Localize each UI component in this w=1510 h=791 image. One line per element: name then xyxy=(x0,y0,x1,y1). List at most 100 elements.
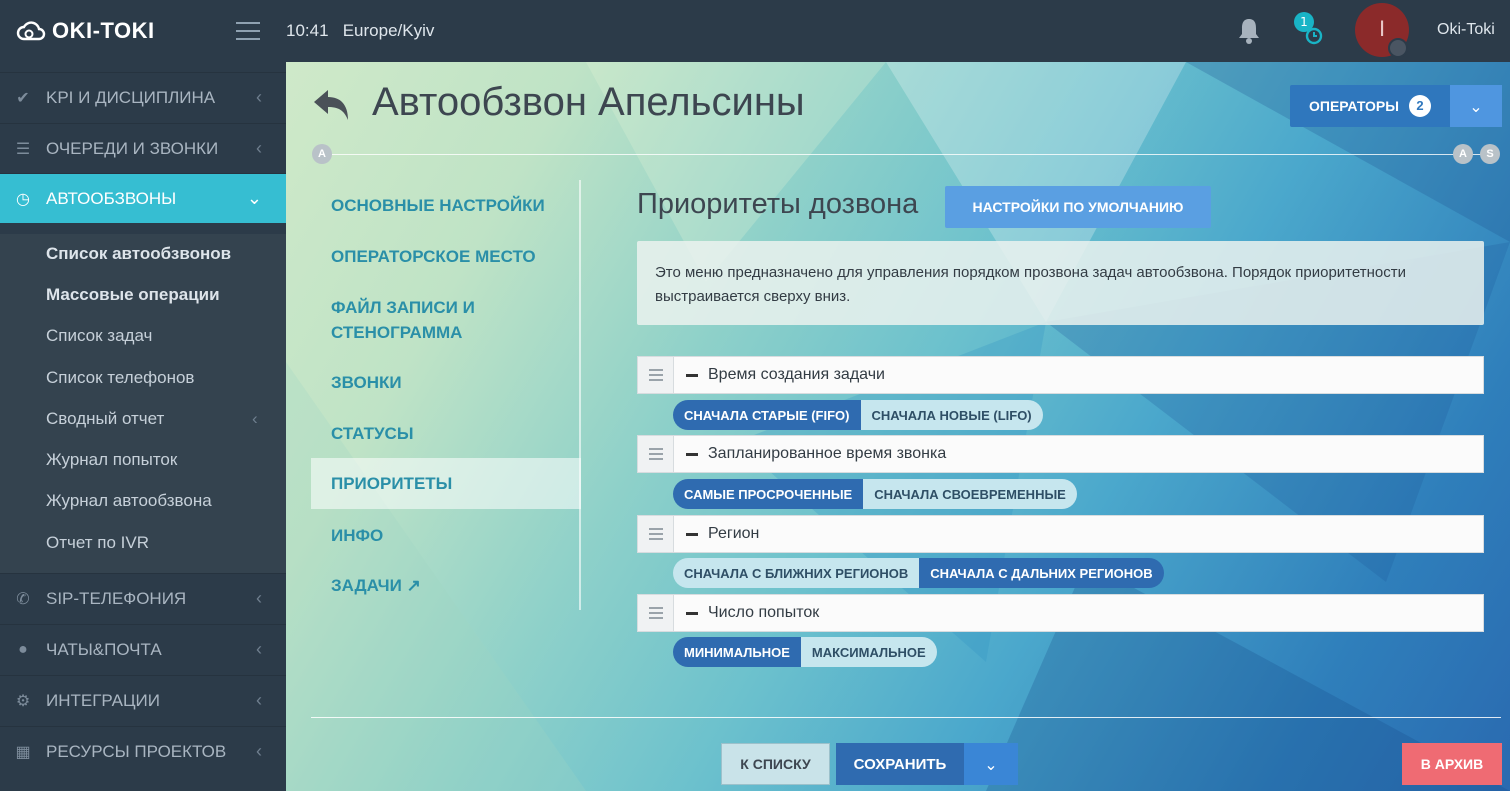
chevron-left-icon: ‹ xyxy=(256,138,262,158)
submenu-item-ivr-report[interactable]: Отчет по IVR xyxy=(46,533,149,553)
phone-icon: ✆ xyxy=(16,590,30,608)
collapse-icon[interactable] xyxy=(686,373,698,377)
toggle-option[interactable]: СНАЧАЛА НОВЫЕ (LIFO) xyxy=(860,400,1043,430)
save-dropdown-button[interactable]: ⌄ xyxy=(964,743,1018,785)
chevron-left-icon: ‹ xyxy=(256,741,262,761)
sidebar-item-integrations[interactable]: ⚙ ИНТЕГРАЦИИ ‹ xyxy=(0,675,286,725)
drag-handle-icon[interactable] xyxy=(638,595,674,631)
sidebar-item-label: ЧАТЫ&ПОЧТА xyxy=(46,639,162,659)
title-divider xyxy=(322,154,1492,155)
main-content: Автообзвон Апельсины A A S ОПЕРАТОРЫ 2 ⌄… xyxy=(286,62,1510,791)
external-link-icon: ↗ xyxy=(406,576,421,595)
collapse-icon[interactable] xyxy=(686,452,698,456)
chevron-left-icon: ‹ xyxy=(256,87,262,107)
toggle-option[interactable]: МАКСИМАЛЬНОЕ xyxy=(800,637,937,667)
chevron-left-icon: ‹ xyxy=(256,588,262,608)
sidebar-item-resources[interactable]: ▦ РЕСУРСЫ ПРОЕКТОВ ‹ xyxy=(0,726,286,776)
tag-s[interactable]: S xyxy=(1480,144,1500,164)
sidebar-item-autodialers[interactable]: ◷ АВТООБЗВОНЫ ⌄ xyxy=(0,173,286,223)
save-button[interactable]: СОХРАНИТЬ xyxy=(836,743,964,785)
top-bar: OKI-TOKI 10:41 Europe/Kyiv 1 I Oki-Toki xyxy=(0,0,1510,62)
submenu-item-summary-report[interactable]: Сводный отчет ‹ xyxy=(46,409,258,429)
check-icon: ✔ xyxy=(16,89,30,107)
priority-row[interactable]: Время создания задачи xyxy=(637,356,1484,394)
priority-row[interactable]: Запланированное время звонка xyxy=(637,435,1484,473)
grid-icon: ▦ xyxy=(15,743,31,761)
priority-toggle: СНАЧАЛА С БЛИЖНИХ РЕГИОНОВ СНАЧАЛА С ДАЛ… xyxy=(673,558,1164,588)
clock-icon: ◷ xyxy=(16,190,30,208)
priority-label: Число попыток xyxy=(708,604,820,621)
drag-handle-icon[interactable] xyxy=(638,436,674,472)
collapse-icon[interactable] xyxy=(686,611,698,615)
info-box: Это меню предназначено для управления по… xyxy=(637,241,1484,325)
tab-info[interactable]: ИНФО xyxy=(311,523,581,551)
chevron-down-icon: ⌄ xyxy=(984,754,998,774)
clock-display: 10:41 Europe/Kyiv xyxy=(286,21,434,41)
menu-toggle-icon[interactable] xyxy=(236,22,260,40)
tab-main-settings[interactable]: ОСНОВНЫЕ НАСТРОЙКИ xyxy=(311,193,581,221)
priority-label: Запланированное время звонка xyxy=(708,445,947,462)
operators-button[interactable]: ОПЕРАТОРЫ 2 xyxy=(1290,85,1450,127)
tab-tasks[interactable]: ЗАДАЧИ ↗ xyxy=(311,573,581,601)
submenu-item-mass-operations[interactable]: Массовые операции xyxy=(46,285,220,305)
collapse-icon[interactable] xyxy=(686,532,698,536)
tab-calls[interactable]: ЗВОНКИ xyxy=(311,370,581,398)
priority-row[interactable]: Регион xyxy=(637,515,1484,553)
toggle-option-selected[interactable]: СНАЧАЛА СТАРЫЕ (FIFO) xyxy=(673,400,861,430)
timezone: Europe/Kyiv xyxy=(342,21,435,40)
tab-operator-workplace[interactable]: ОПЕРАТОРСКОЕ МЕСТО xyxy=(311,244,581,272)
bell-icon[interactable] xyxy=(1236,16,1262,48)
operators-label: ОПЕРАТОРЫ xyxy=(1309,98,1399,114)
logo[interactable]: OKI-TOKI xyxy=(16,18,155,44)
to-list-button[interactable]: К СПИСКУ xyxy=(721,743,830,785)
back-arrow-icon[interactable] xyxy=(310,86,352,128)
tab-statuses[interactable]: СТАТУСЫ xyxy=(311,421,581,449)
gears-icon: ⚙ xyxy=(15,692,31,710)
toggle-option[interactable]: СНАЧАЛА СВОЕВРЕМЕННЫЕ xyxy=(863,479,1077,509)
sidebar-item-queues[interactable]: ☰ ОЧЕРЕДИ И ЗВОНКИ ‹ xyxy=(0,123,286,173)
priority-label: Регион xyxy=(708,525,760,542)
tag-a-right[interactable]: A xyxy=(1453,144,1473,164)
toggle-option-selected[interactable]: САМЫЕ ПРОСРОЧЕННЫЕ xyxy=(673,479,864,509)
sidebar-item-label: ИНТЕГРАЦИИ xyxy=(46,690,160,710)
toggle-option-selected[interactable]: СНАЧАЛА С ДАЛЬНИХ РЕГИОНОВ xyxy=(919,558,1164,588)
toggle-option[interactable]: СНАЧАЛА С БЛИЖНИХ РЕГИОНОВ xyxy=(673,558,920,588)
operators-dropdown-button[interactable]: ⌄ xyxy=(1450,85,1502,127)
archive-button[interactable]: В АРХИВ xyxy=(1402,743,1502,785)
list-icon: ☰ xyxy=(15,140,31,158)
sidebar: ✔ KPI И ДИСЦИПЛИНА ‹ ☰ ОЧЕРЕДИ И ЗВОНКИ … xyxy=(0,62,286,791)
priority-row[interactable]: Число попыток xyxy=(637,594,1484,632)
chat-icon: ● xyxy=(18,640,28,658)
username[interactable]: Oki-Toki xyxy=(1437,21,1495,39)
submenu-item-phone-list[interactable]: Список телефонов xyxy=(46,368,194,388)
chevron-left-icon: ‹ xyxy=(252,409,258,428)
footer-divider xyxy=(311,717,1501,718)
priority-toggle: САМЫЕ ПРОСРОЧЕННЫЕ СНАЧАЛА СВОЕВРЕМЕННЫЕ xyxy=(673,479,1077,509)
submenu-item-label: Сводный отчет xyxy=(46,409,165,428)
autodialer-submenu: Список автообзвонов Массовые операции Сп… xyxy=(0,234,286,574)
tab-recording-transcript[interactable]: ФАЙЛ ЗАПИСИ И СТЕНОГРАММА xyxy=(311,295,531,347)
chevron-down-icon: ⌄ xyxy=(246,188,262,208)
toggle-option-selected[interactable]: МИНИМАЛЬНОЕ xyxy=(673,637,801,667)
tag-a-left[interactable]: A xyxy=(312,144,332,164)
priority-toggle: МИНИМАЛЬНОЕ МАКСИМАЛЬНОЕ xyxy=(673,637,937,667)
cloud-logo-icon xyxy=(16,21,46,41)
tab-priorities[interactable]: ПРИОРИТЕТЫ xyxy=(311,458,581,509)
submenu-item-autodialer-log[interactable]: Журнал автообзвона xyxy=(46,491,212,511)
drag-handle-icon[interactable] xyxy=(638,516,674,552)
sidebar-item-chats[interactable]: ● ЧАТЫ&ПОЧТА ‹ xyxy=(0,624,286,674)
operators-count-badge: 2 xyxy=(1408,95,1431,117)
priority-toggle: СНАЧАЛА СТАРЫЕ (FIFO) СНАЧАЛА НОВЫЕ (LIF… xyxy=(673,400,1043,430)
drag-handle-icon[interactable] xyxy=(638,357,674,393)
submenu-item-attempts-log[interactable]: Журнал попыток xyxy=(46,450,177,470)
sidebar-item-sip[interactable]: ✆ SIP-ТЕЛЕФОНИЯ ‹ xyxy=(0,573,286,623)
page-title: Автообзвон Апельсины xyxy=(372,80,805,124)
chevron-down-icon: ⌄ xyxy=(1469,96,1483,116)
submenu-item-autodialer-list[interactable]: Список автообзвонов xyxy=(46,244,231,264)
submenu-item-task-list[interactable]: Список задач xyxy=(46,326,152,346)
sidebar-item-kpi[interactable]: ✔ KPI И ДИСЦИПЛИНА ‹ xyxy=(0,72,286,122)
history-button[interactable]: 1 xyxy=(1294,12,1324,45)
default-settings-button[interactable]: НАСТРОЙКИ ПО УМОЛЧАНИЮ xyxy=(945,186,1211,228)
sidebar-item-label: РЕСУРСЫ ПРОЕКТОВ xyxy=(46,741,227,761)
status-dot xyxy=(1388,38,1408,58)
